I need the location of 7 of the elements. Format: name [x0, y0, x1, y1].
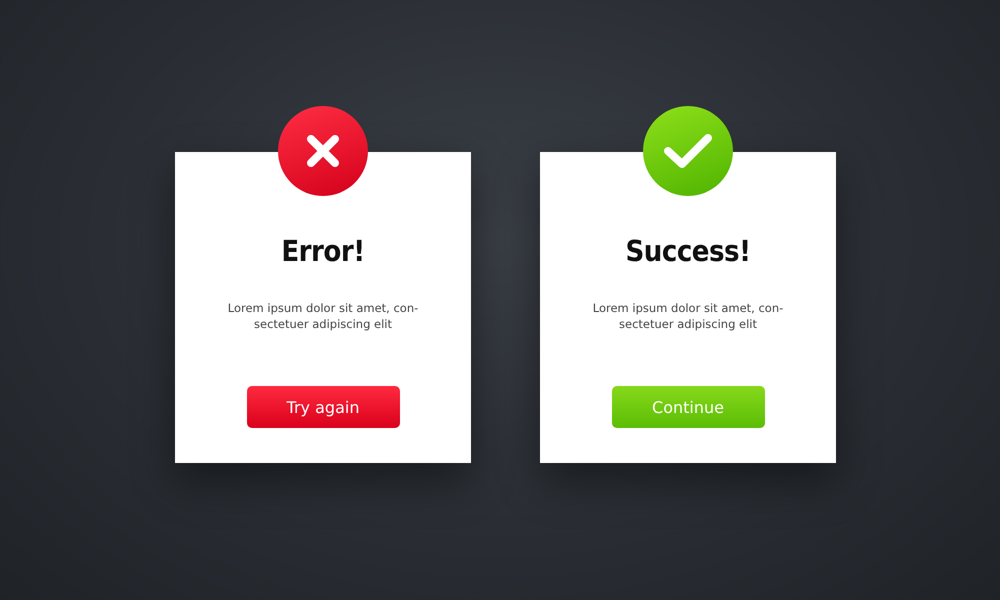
- dialog-message: Lorem ipsum dolor sit amet, con- sectetuer adipiscing elit: [228, 300, 418, 332]
- dialog-title: Error!: [281, 234, 365, 268]
- close-icon: [305, 133, 341, 169]
- action-button[interactable]: Try again: [246, 386, 400, 428]
- check-icon: [663, 132, 713, 170]
- dialog-title: Success!: [626, 234, 750, 268]
- dialog-message: Lorem ipsum dolor sit amet, con- sectetuer adipiscing elit: [592, 300, 784, 332]
